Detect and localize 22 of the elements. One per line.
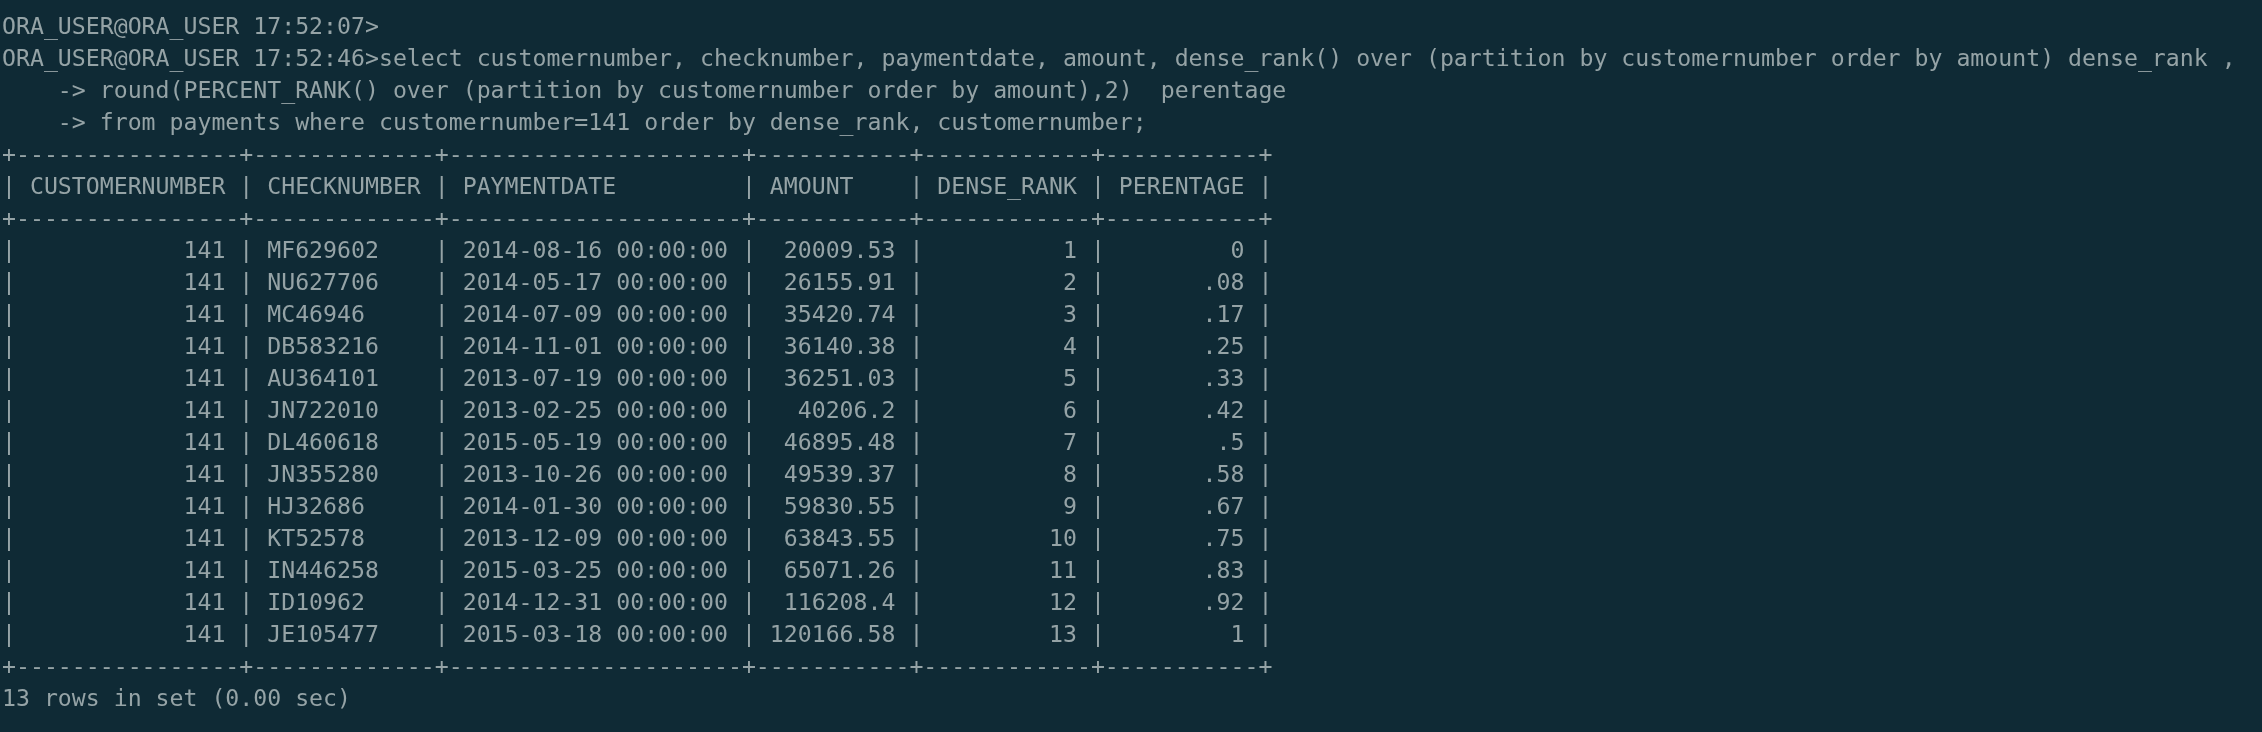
terminal-line: | 141 | DB583216 | 2014-11-01 00:00:00 | 36140.38 | 4 | .25 | — [2, 331, 1273, 361]
terminal-line: | 141 | NU627706 | 2014-05-17 00:00:00 | 26155.91 | 2 | .08 | — [2, 267, 1273, 297]
terminal-line: | 141 | KT52578 | 2013-12-09 00:00:00 | 63843.55 | 10 | .75 | — [2, 523, 1273, 553]
terminal-line: ORA_USER@ORA_USER 17:52:07> — [2, 11, 379, 42]
terminal-line: | 141 | IN446258 | 2015-03-25 00:00:00 | 65071.26 | 11 | .83 | — [2, 555, 1273, 585]
terminal-line: ORA_USER@ORA_USER 17:52:46>select customernumber, checknumber, paymentdate, amount, dense_rank() over (partition by customernumber order by amount) dense_rank , — [2, 43, 2236, 74]
terminal-line: | CUSTOMERNUMBER | CHECKNUMBER | PAYMENTDATE | AMOUNT | DENSE_RANK | PERENTAGE | — [2, 171, 1273, 202]
terminal-line: | 141 | MC46946 | 2014-07-09 00:00:00 | 35420.74 | 3 | .17 | — [2, 299, 1273, 329]
terminal-line: +----------------+-------------+---------------------+-----------+------------+-----------+ — [2, 203, 1273, 233]
terminal-line: -> round(PERCENT_RANK() over (partition by customernumber order by amount),2) perentage — [56, 75, 1287, 106]
terminal-line: +----------------+-------------+---------------------+-----------+------------+-----------+ — [2, 139, 1273, 169]
terminal-line: | 141 | JN355280 | 2013-10-26 00:00:00 | 49539.37 | 8 | .58 | — [2, 459, 1273, 489]
terminal-line: | 141 | ID10962 | 2014-12-31 00:00:00 | 116208.4 | 12 | .92 | — [2, 587, 1273, 617]
terminal-line: | 141 | DL460618 | 2015-05-19 00:00:00 | 46895.48 | 7 | .5 | — [2, 427, 1273, 457]
terminal-line: 13 rows in set (0.00 sec) — [2, 683, 351, 713]
terminal-line: | 141 | HJ32686 | 2014-01-30 00:00:00 | 59830.55 | 9 | .67 | — [2, 491, 1273, 521]
terminal-line: | 141 | AU364101 | 2013-07-19 00:00:00 | 36251.03 | 5 | .33 | — [2, 363, 1273, 393]
terminal-line: | 141 | JN722010 | 2013-02-25 00:00:00 | 40206.2 | 6 | .42 | — [2, 395, 1273, 425]
terminal-line: | 141 | MF629602 | 2014-08-16 00:00:00 | 20009.53 | 1 | 0 | — [2, 235, 1273, 265]
terminal-line: -> from payments where customernumber=141 order by dense_rank, customernumber; — [56, 107, 1147, 138]
terminal-line: | 141 | JE105477 | 2015-03-18 00:00:00 | 120166.58 | 13 | 1 | — [2, 619, 1273, 649]
terminal-line: +----------------+-------------+---------------------+-----------+------------+-----------+ — [2, 651, 1273, 681]
